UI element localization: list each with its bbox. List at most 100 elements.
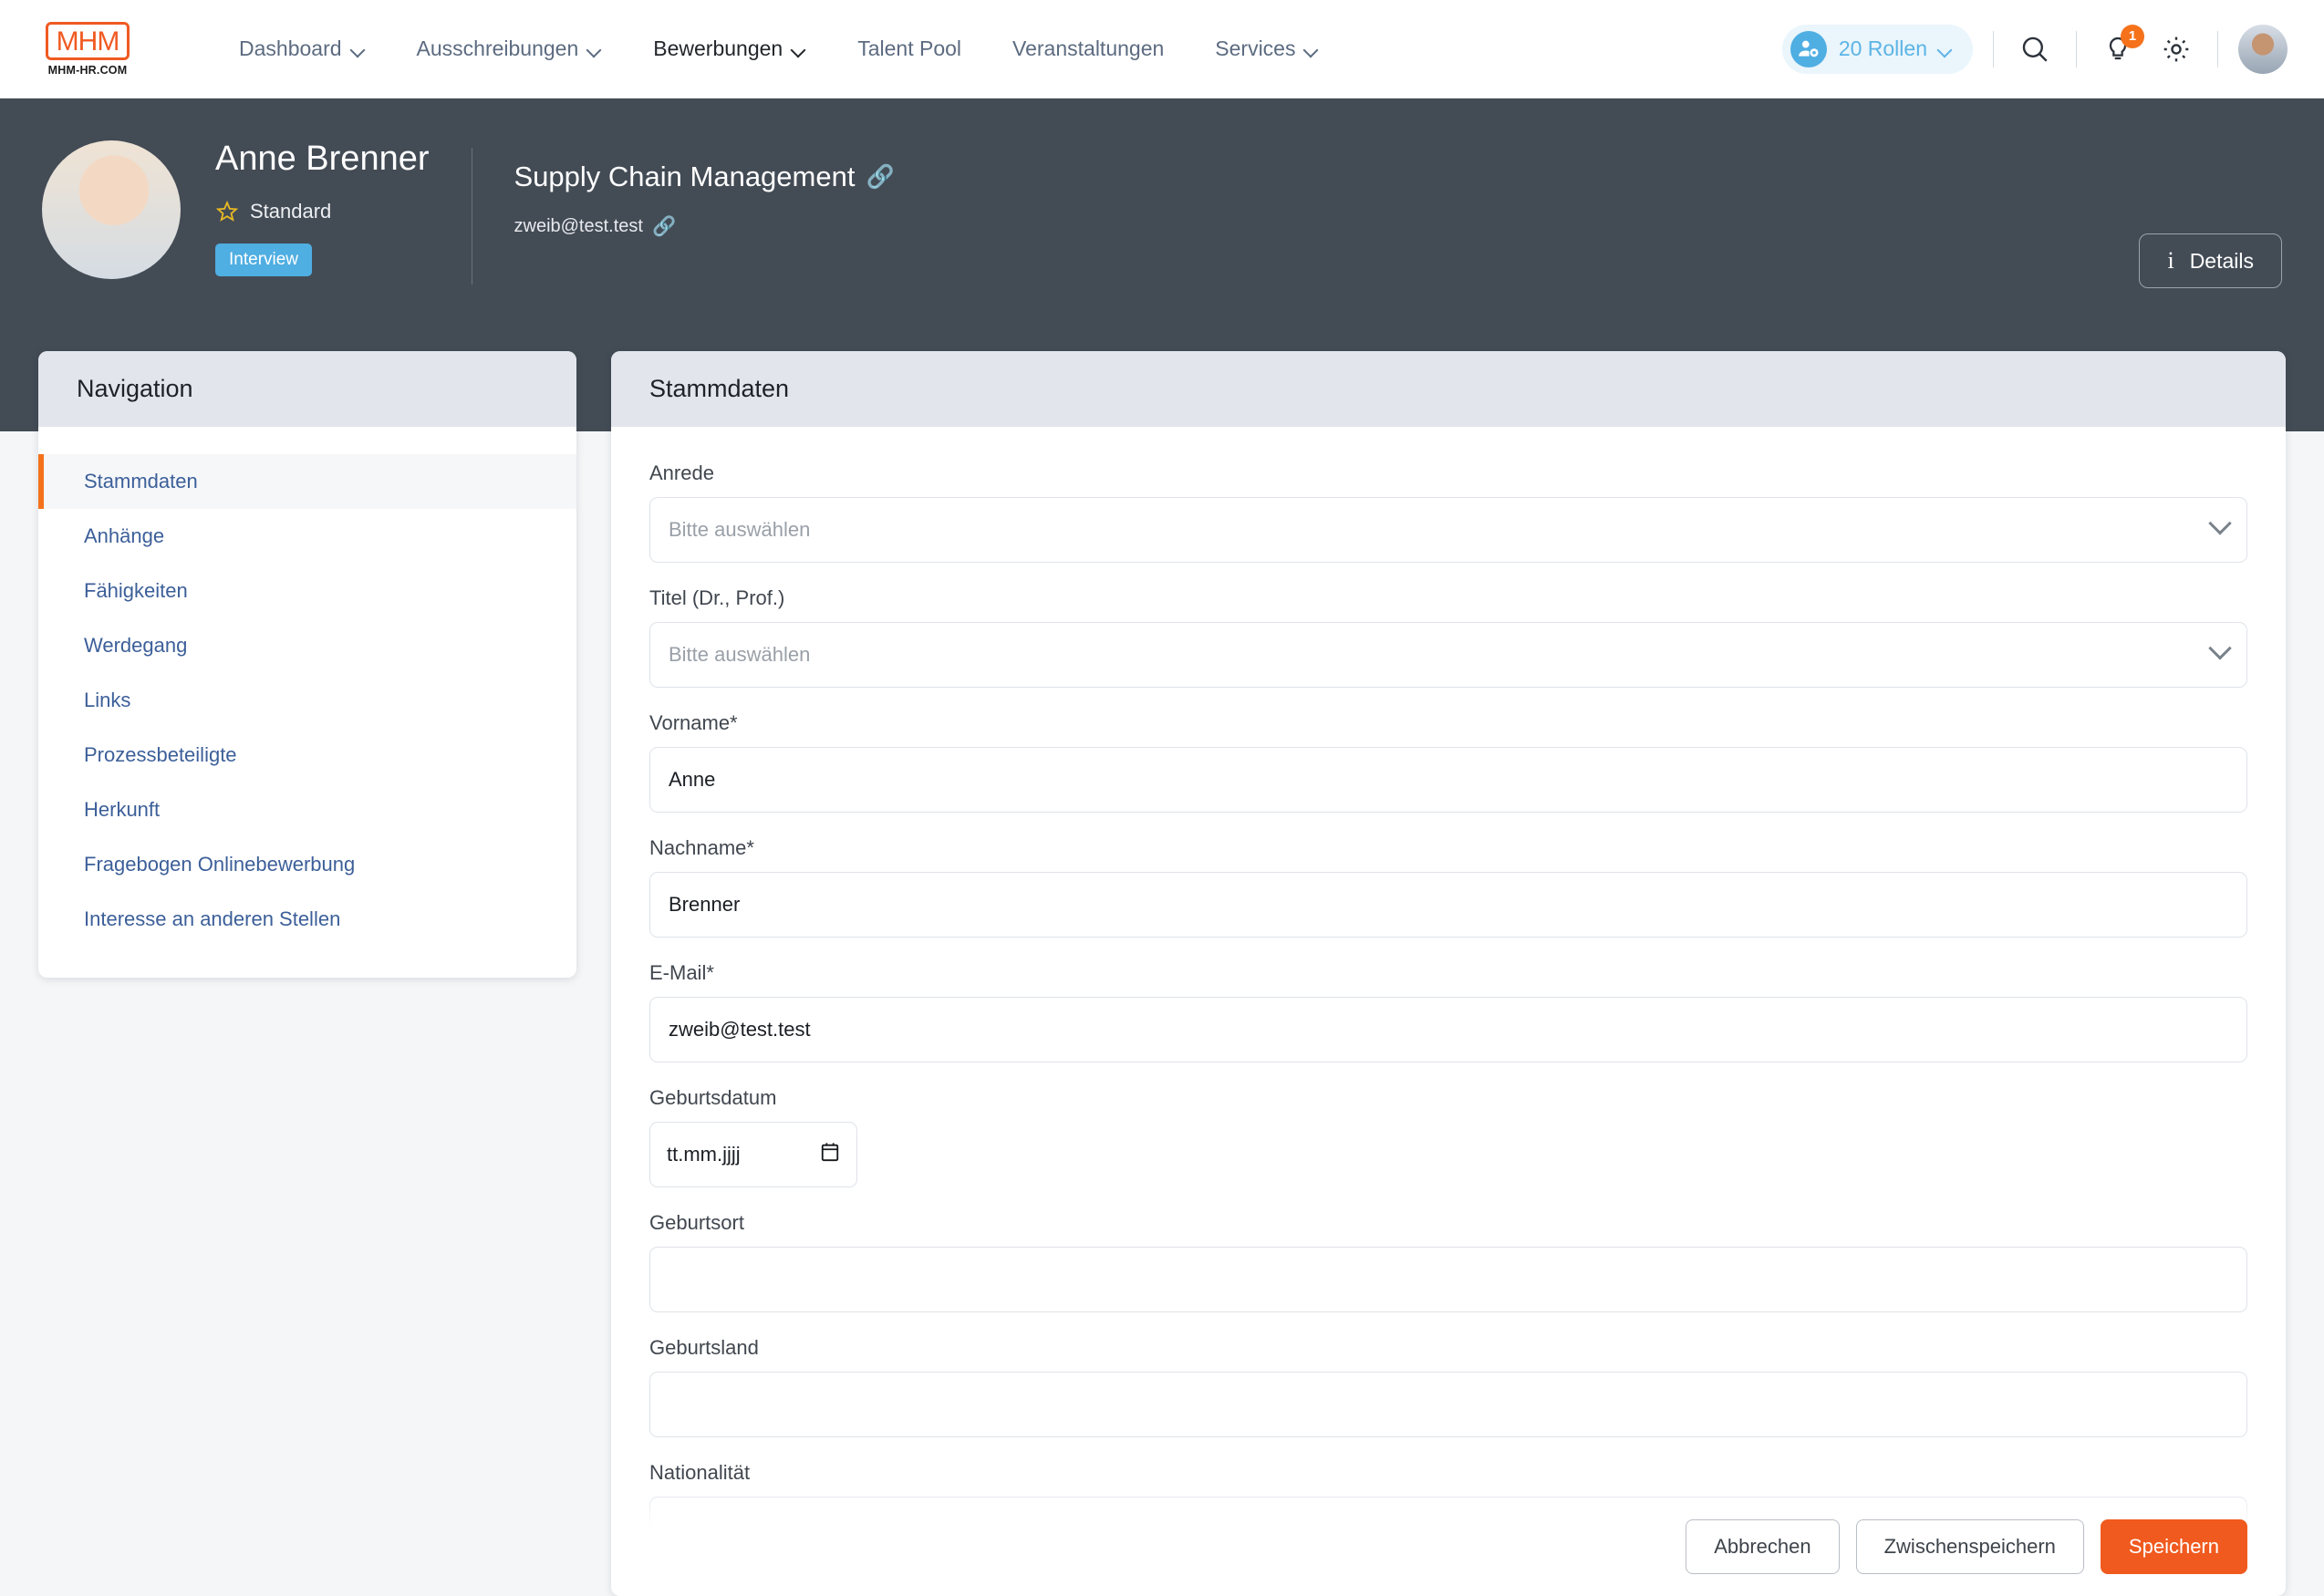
- nav-item-bewerbungen[interactable]: Bewerbungen: [628, 36, 832, 61]
- sidebar-item-interesse-an-anderen-stellen[interactable]: Interesse an anderen Stellen: [38, 892, 576, 947]
- field-label: Anrede: [649, 461, 714, 484]
- sidebar-item-stammdaten[interactable]: Stammdaten: [38, 454, 576, 509]
- email-input[interactable]: [649, 997, 2247, 1062]
- nachname-input[interactable]: [649, 872, 2247, 938]
- job-title: Supply Chain Management: [514, 161, 856, 192]
- select-placeholder: Bitte auswählen: [669, 643, 811, 666]
- field-label: Titel (Dr., Prof.): [649, 586, 785, 609]
- vorname-input[interactable]: [649, 747, 2247, 813]
- chevron-down-icon: [352, 45, 366, 53]
- form-action-bar: Abbrechen Zwischenspeichern Speichern: [611, 1488, 2286, 1596]
- sidebar-item-werdegang[interactable]: Werdegang: [38, 618, 576, 673]
- main-menu: Dashboard Ausschreibungen Bewerbungen Ta…: [213, 36, 1344, 61]
- profile-row: Anne Brenner Standard Interview Supply C…: [0, 98, 2324, 285]
- save-draft-button[interactable]: Zwischenspeichern: [1855, 1519, 2084, 1574]
- geburtsort-input[interactable]: [649, 1247, 2247, 1312]
- details-button-label: Details: [2189, 248, 2254, 273]
- field-label: Nationalität: [649, 1461, 751, 1484]
- candidate-rating[interactable]: Standard: [215, 200, 430, 223]
- chevron-down-icon: [1939, 45, 1953, 53]
- sidebar-item-links[interactable]: Links: [38, 673, 576, 728]
- titel-select[interactable]: Bitte auswählen: [649, 622, 2247, 688]
- logo-subtext: MHM-HR.COM: [47, 63, 128, 77]
- sidebar-item-fragebogen-onlinebewerbung[interactable]: Fragebogen Onlinebewerbung: [38, 837, 576, 892]
- field-label: Geburtsland: [649, 1336, 759, 1359]
- sidebar-item-label: Fragebogen Onlinebewerbung: [84, 853, 356, 876]
- candidate-name: Anne Brenner: [215, 140, 430, 178]
- candidate-meta: Anne Brenner Standard Interview: [215, 140, 430, 276]
- sidebar-item-herkunft[interactable]: Herkunft: [38, 782, 576, 837]
- gear-icon[interactable]: [2155, 28, 2197, 70]
- nav-item-label: Ausschreibungen: [416, 36, 579, 60]
- nav-item-label: Services: [1215, 36, 1296, 60]
- navigation-panel-title: Navigation: [38, 351, 576, 427]
- info-icon: i: [2167, 247, 2174, 274]
- details-button[interactable]: i Details: [2139, 233, 2282, 288]
- field-label: E-Mail*: [649, 961, 714, 984]
- field-label: Nachname*: [649, 836, 754, 859]
- navbar-right-cluster: 20 Rollen 1: [1781, 24, 2288, 74]
- avatar-image: [2238, 24, 2288, 74]
- job-block: Supply Chain Management 🔗 zweib@test.tes…: [514, 140, 895, 237]
- search-icon[interactable]: [2014, 28, 2056, 70]
- chevron-down-icon: [2208, 512, 2232, 535]
- user-gear-icon: [1790, 30, 1827, 67]
- chevron-down-icon: [2208, 637, 2232, 660]
- sidebar-item-label: Interesse an anderen Stellen: [84, 907, 341, 930]
- sidebar-item-label: Stammdaten: [84, 470, 198, 492]
- field-email: E-Mail*: [649, 961, 2247, 1062]
- form-body: Anrede Bitte auswählen Titel (Dr., Prof.…: [611, 427, 2286, 1596]
- anrede-select[interactable]: Bitte auswählen: [649, 497, 2247, 563]
- calendar-icon[interactable]: [820, 1141, 840, 1168]
- candidate-email: zweib@test.test: [514, 216, 643, 236]
- nav-item-dashboard[interactable]: Dashboard: [213, 36, 391, 61]
- candidate-photo[interactable]: [42, 140, 181, 279]
- form-panel-title: Stammdaten: [611, 351, 2286, 427]
- field-label: Geburtsdatum: [649, 1086, 777, 1109]
- nav-item-label: Veranstaltungen: [1012, 36, 1165, 60]
- chevron-down-icon: [588, 45, 602, 53]
- nav-item-talent-pool[interactable]: Talent Pool: [832, 36, 987, 61]
- navigation-list: Stammdaten Anhänge Fähigkeiten Werdegang…: [38, 427, 576, 978]
- roles-label: 20 Rollen: [1838, 36, 1927, 60]
- candidate-photo-image: [42, 140, 181, 279]
- divider: [1993, 30, 1994, 67]
- lightbulb-icon[interactable]: 1: [2097, 24, 2144, 70]
- chevron-down-icon: [793, 45, 806, 53]
- nav-item-services[interactable]: Services: [1189, 36, 1344, 61]
- cancel-button[interactable]: Abbrechen: [1686, 1519, 1840, 1574]
- field-geburtsdatum: Geburtsdatum tt.mm.jjjj: [649, 1086, 2247, 1187]
- geburtsdatum-input[interactable]: tt.mm.jjjj: [649, 1122, 857, 1187]
- divider: [2076, 30, 2077, 67]
- nav-item-veranstaltungen[interactable]: Veranstaltungen: [987, 36, 1189, 61]
- roles-selector[interactable]: 20 Rollen: [1781, 24, 1973, 74]
- field-nachname: Nachname*: [649, 836, 2247, 938]
- top-navbar: MHM MHM-HR.COM Dashboard Ausschreibungen…: [0, 0, 2324, 98]
- nav-item-ausschreibungen[interactable]: Ausschreibungen: [391, 36, 628, 61]
- field-geburtsort: Geburtsort: [649, 1211, 2247, 1312]
- sidebar-item-prozessbeteiligte[interactable]: Prozessbeteiligte: [38, 728, 576, 782]
- status-badge: Interview: [215, 243, 313, 276]
- field-label: Vorname*: [649, 711, 738, 734]
- sidebar-item-faehigkeiten[interactable]: Fähigkeiten: [38, 564, 576, 618]
- sidebar-item-anhaenge[interactable]: Anhänge: [38, 509, 576, 564]
- notification-badge: 1: [2121, 24, 2144, 48]
- nav-item-label: Bewerbungen: [653, 36, 783, 60]
- field-label: Geburtsort: [649, 1211, 744, 1234]
- user-avatar[interactable]: [2238, 24, 2288, 74]
- job-title-row: Supply Chain Management 🔗: [514, 161, 895, 193]
- link-icon[interactable]: 🔗: [652, 217, 676, 236]
- save-button[interactable]: Speichern: [2100, 1519, 2247, 1574]
- email-row: zweib@test.test 🔗: [514, 216, 895, 237]
- link-icon[interactable]: 🔗: [866, 165, 894, 189]
- panel-container: Navigation Stammdaten Anhänge Fähigkeite…: [38, 351, 2286, 1596]
- field-geburtsland: Geburtsland: [649, 1336, 2247, 1437]
- field-anrede: Anrede Bitte auswählen: [649, 461, 2247, 563]
- field-titel: Titel (Dr., Prof.) Bitte auswählen: [649, 586, 2247, 688]
- geburtsland-input[interactable]: [649, 1372, 2247, 1437]
- logo-box: MHM: [45, 21, 130, 60]
- brand-logo[interactable]: MHM MHM-HR.COM: [33, 21, 142, 77]
- sidebar-item-label: Links: [84, 689, 131, 711]
- sidebar-item-label: Herkunft: [84, 798, 161, 821]
- select-placeholder: Bitte auswählen: [669, 518, 811, 541]
